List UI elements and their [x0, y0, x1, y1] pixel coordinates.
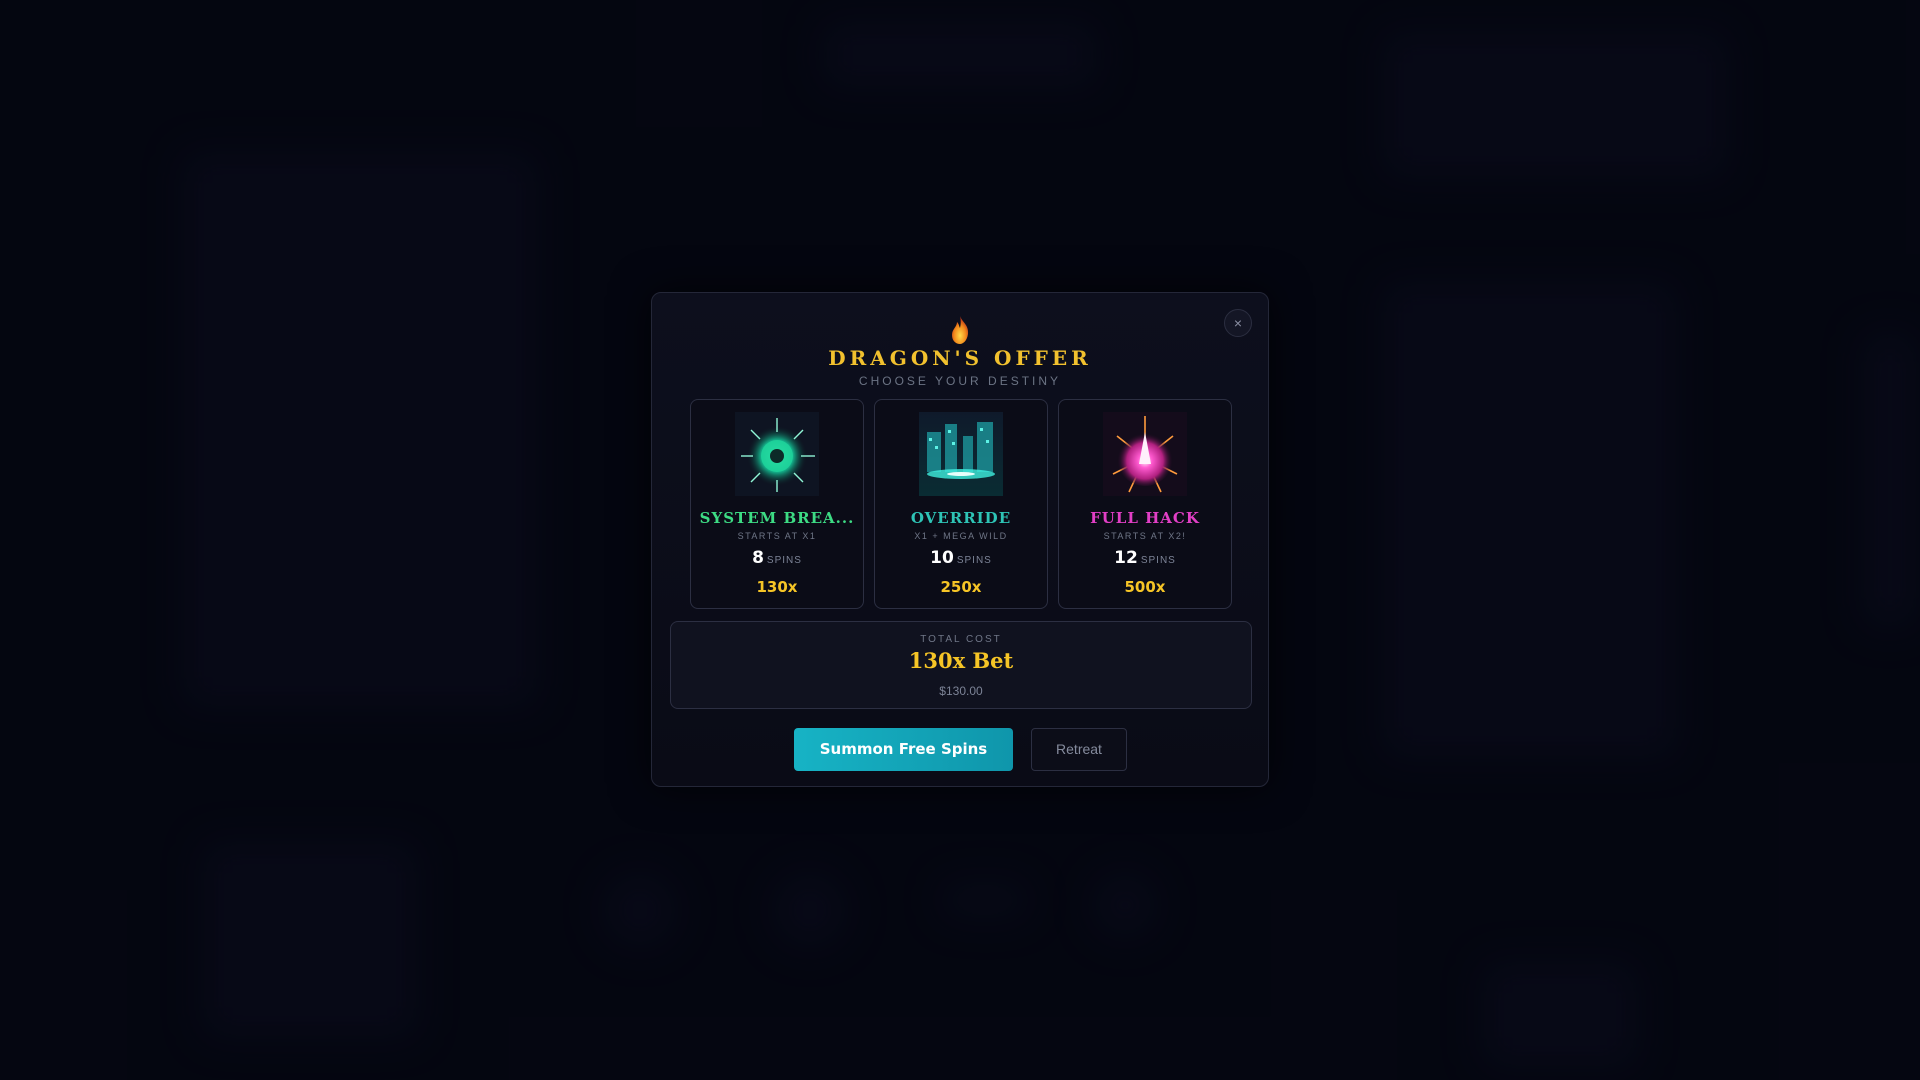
- option-subtitle: STARTS AT X2!: [1103, 531, 1187, 541]
- modal-subtitle: CHOOSE YOUR DESTINY: [858, 374, 1062, 388]
- magenta-explosion-icon: [1103, 412, 1187, 496]
- total-cost-label: TOTAL COST: [920, 634, 1002, 645]
- option-multiplier: 500x: [1124, 578, 1166, 596]
- close-icon: ×: [1233, 315, 1243, 331]
- summon-free-spins-button[interactable]: Summon Free Spins: [794, 728, 1013, 771]
- option-cards: SYSTEM BREA... STARTS AT X1 8SPINS 130x: [690, 399, 1232, 609]
- close-button[interactable]: ×: [1224, 309, 1252, 337]
- option-name: SYSTEM BREA...: [699, 509, 855, 527]
- total-cost-value: 130x Bet: [908, 648, 1014, 673]
- option-card-full-hack[interactable]: FULL HACK STARTS AT X2! 12 SPINS 500x: [1058, 399, 1232, 609]
- spins-count: 12: [1114, 548, 1138, 568]
- option-subtitle: X1 + MEGA WILD: [914, 531, 1008, 541]
- option-multiplier: 250x: [940, 578, 982, 596]
- option-multiplier: 130x: [756, 578, 798, 596]
- green-burst-icon: [735, 412, 819, 496]
- spins-label: SPINS: [766, 555, 802, 566]
- option-spins: 12 SPINS: [1059, 548, 1231, 568]
- option-card-override[interactable]: OVERRIDE X1 + MEGA WILD 10 SPINS 250x: [874, 399, 1048, 609]
- option-spins: 8 SPINS: [691, 548, 863, 568]
- spins-count: 10: [930, 548, 954, 568]
- option-name: FULL HACK: [1090, 509, 1200, 527]
- retreat-button[interactable]: Retreat: [1031, 728, 1127, 771]
- flame-icon: [952, 316, 969, 344]
- modal-title: DRAGON'S OFFER: [828, 346, 1092, 370]
- total-cost-usd: $130.00: [939, 684, 983, 698]
- total-cost-panel: TOTAL COST 130x Bet $130.00: [670, 621, 1252, 709]
- spins-label: SPINS: [1140, 555, 1176, 566]
- option-name: OVERRIDE: [910, 509, 1012, 527]
- option-subtitle: STARTS AT X1: [737, 531, 817, 541]
- option-card-system-breach[interactable]: SYSTEM BREA... STARTS AT X1 8 SPINS 130x: [690, 399, 864, 609]
- option-spins: 10 SPINS: [875, 548, 1047, 568]
- spins-count: 8: [752, 548, 764, 568]
- dragons-offer-modal: × DRAGON'S OFFER CHOOSE YOUR DESTINY SYS…: [651, 292, 1269, 787]
- spins-label: SPINS: [956, 555, 992, 566]
- cyber-city-icon: [919, 412, 1003, 496]
